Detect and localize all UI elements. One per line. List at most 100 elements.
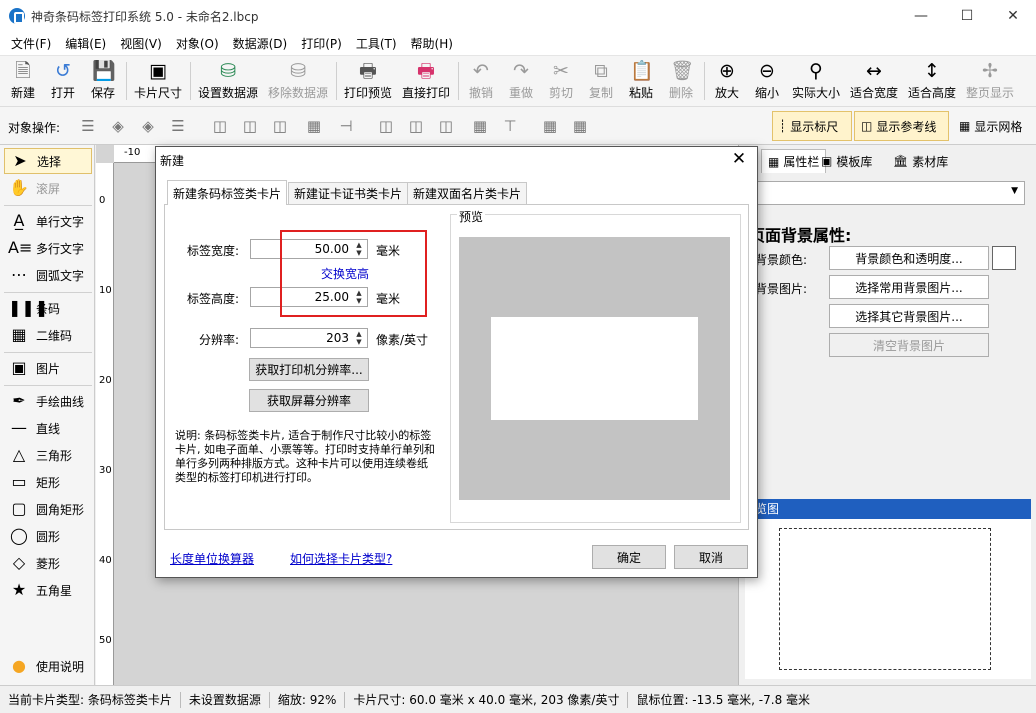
tool-rounded-rectangle[interactable]: ▢ 圆角矩形	[4, 496, 92, 522]
tool-circle[interactable]: ◯ 圆形	[4, 523, 92, 549]
maximize-button[interactable]: ☐	[944, 0, 990, 32]
trash-icon: 🗑	[670, 60, 695, 82]
menu-view[interactable]: 视图(V)	[113, 35, 169, 52]
layer-down-icon[interactable]: ◈	[138, 116, 158, 136]
save-button[interactable]: 💾 保存	[86, 60, 120, 104]
bg-color-button[interactable]: 背景颜色和透明度...	[829, 246, 989, 270]
menu-print[interactable]: 打印(P)	[294, 35, 349, 52]
tool-single-line-text[interactable]: A̲ 单行文字	[4, 208, 92, 234]
tool-star[interactable]: ★ 五角星	[4, 577, 92, 603]
fit-height-button[interactable]: ↕ 适合高度	[906, 60, 958, 104]
dpi-label: 分辨率:	[198, 333, 239, 347]
tool-freehand[interactable]: ✒ 手绘曲线	[4, 388, 92, 414]
new-button[interactable]: 🗎 新建	[6, 60, 40, 104]
distribute-v-icon[interactable]: ▦	[470, 116, 490, 136]
direct-print-button[interactable]: 🖶 直接打印	[400, 60, 452, 104]
show-ruler-label: 显示标尺	[790, 119, 839, 134]
group-icon[interactable]: ▦	[540, 116, 560, 136]
bg-color-swatch[interactable]	[992, 246, 1016, 270]
tab-assets[interactable]: 🏛 素材库	[887, 149, 954, 173]
tool-image[interactable]: ▣ 图片	[4, 355, 92, 381]
open-button[interactable]: ↺ 打开	[46, 60, 80, 104]
common-bg-image-button[interactable]: 选择常用背景图片...	[829, 275, 989, 299]
dpi-input[interactable]: 203 ▲ ▼	[250, 328, 368, 348]
align-center-icon[interactable]: ◫	[240, 116, 260, 136]
tool-line[interactable]: — 直线	[4, 415, 92, 441]
layer-bottom-icon[interactable]: ☰	[168, 116, 188, 136]
spinner-arrows-icon[interactable]: ▲ ▼	[352, 330, 366, 346]
ungroup-icon[interactable]: ▦	[570, 116, 590, 136]
other-bg-image-button[interactable]: 选择其它背景图片...	[829, 304, 989, 328]
menu-object[interactable]: 对象(O)	[169, 35, 226, 52]
print-preview-button[interactable]: 🖶 打印预览	[342, 60, 394, 104]
tool-rectangle[interactable]: ▭ 矩形	[4, 469, 92, 495]
show-grid-toggle[interactable]: ▦ 显示网格	[952, 111, 1034, 141]
undo-button[interactable]: ↶ 撤销	[464, 60, 498, 104]
align-top-icon[interactable]: ◫	[376, 116, 396, 136]
dialog-close-icon[interactable]: ✕	[729, 149, 749, 169]
remove-datasource-button[interactable]: ⛁ 移除数据源	[266, 60, 330, 104]
delete-button[interactable]: 🗑 删除	[664, 60, 698, 104]
how-to-choose-link[interactable]: 如何选择卡片类型?	[290, 550, 392, 567]
cancel-button[interactable]: 取消	[674, 545, 748, 569]
paste-button[interactable]: 📋 粘贴	[624, 60, 658, 104]
ok-button[interactable]: 确定	[592, 545, 666, 569]
fit-width-button[interactable]: ↔ 适合宽度	[848, 60, 900, 104]
tab-barcode-label-card[interactable]: 新建条码标签类卡片	[167, 180, 288, 205]
tool-barcode[interactable]: ❚❚❚ 条码	[4, 295, 92, 321]
unit-converter-link[interactable]: 长度单位换算器	[170, 550, 254, 567]
close-window-button[interactable]: ✕	[990, 0, 1036, 32]
align-right-icon[interactable]: ◫	[270, 116, 290, 136]
cut-button[interactable]: ✂ 剪切	[544, 60, 578, 104]
align-bottom-icon[interactable]: ◫	[436, 116, 456, 136]
zoom-in-button[interactable]: ⊕ 放大	[710, 60, 744, 104]
clear-bg-image-button[interactable]: 清空背景图片	[829, 333, 989, 357]
tool-triangle[interactable]: △ 三角形	[4, 442, 92, 468]
tool-diamond[interactable]: ◇ 菱形	[4, 550, 92, 576]
menu-tools[interactable]: 工具(T)	[349, 35, 404, 52]
tool-multi-line-text[interactable]: A≡ 多行文字	[4, 235, 92, 261]
object-selector-dropdown[interactable]: ▼	[755, 181, 1025, 205]
minimize-button[interactable]: —	[898, 0, 944, 32]
tool-circle-label: 圆形	[36, 529, 61, 544]
layer-up-icon[interactable]: ◈	[108, 116, 128, 136]
tab-templates[interactable]: ▣ 模板库	[815, 149, 878, 173]
width-label: 标签宽度:	[186, 244, 239, 258]
set-datasource-button[interactable]: ⛁ 设置数据源	[196, 60, 260, 104]
get-screen-dpi-button[interactable]: 获取屏幕分辨率	[249, 389, 369, 412]
menu-datasource[interactable]: 数据源(D)	[226, 35, 295, 52]
distribute-h-icon[interactable]: ▦	[304, 116, 324, 136]
menu-edit[interactable]: 编辑(E)	[58, 35, 113, 52]
main-toolbar: 🗎 新建 ↺ 打开 💾 保存 ▣ 卡片尺寸 ⛁ 设置数据源 ⛁ 移除数据源 🖶 打印预览 🖶 直…	[0, 56, 1036, 107]
card-size-button[interactable]: ▣ 卡片尺寸	[132, 60, 184, 104]
status-card-type: 当前卡片类型: 条码标签类卡片	[8, 693, 172, 707]
space-h-icon[interactable]: ⊣	[336, 116, 356, 136]
align-middle-icon[interactable]: ◫	[406, 116, 426, 136]
actual-size-button[interactable]: ⚲ 实际大小	[790, 60, 842, 104]
full-page-button[interactable]: ✢ 整页显示	[964, 60, 1016, 104]
menu-help[interactable]: 帮助(H)	[404, 35, 460, 52]
space-v-icon[interactable]: ⊤	[500, 116, 520, 136]
menu-file[interactable]: 文件(F)	[4, 35, 58, 52]
actual-size-label: 实际大小	[791, 86, 840, 100]
tool-scroll[interactable]: ✋ 滚屏	[4, 175, 92, 201]
redo-button[interactable]: ↷ 重做	[504, 60, 538, 104]
tool-select[interactable]: ➤ 选择	[4, 148, 92, 174]
clear-bg-image-label: 清空背景图片	[872, 338, 945, 353]
tab-templates-label: 模板库	[836, 154, 873, 169]
tool-help[interactable]: ● 使用说明	[4, 653, 92, 679]
tool-qrcode[interactable]: ▦ 二维码	[4, 322, 92, 348]
tab-id-certificate-card[interactable]: 新建证卡证书类卡片	[288, 182, 409, 204]
show-guides-toggle[interactable]: ◫ 显示参考线	[854, 111, 949, 141]
v-ruler-label: 10	[99, 285, 112, 296]
properties-icon: ▦	[768, 154, 780, 169]
layer-top-icon[interactable]: ☰	[78, 116, 98, 136]
zoom-out-button[interactable]: ⊖ 缩小	[750, 60, 784, 104]
get-printer-dpi-button[interactable]: 获取打印机分辨率...	[249, 358, 369, 381]
align-left-icon[interactable]: ◫	[210, 116, 230, 136]
copy-button[interactable]: ⧉ 复制	[584, 60, 618, 104]
tab-double-sided-card[interactable]: 新建双面名片类卡片	[407, 182, 528, 204]
overview-thumbnail[interactable]	[779, 528, 991, 670]
show-ruler-toggle[interactable]: ┊ 显示标尺	[772, 111, 852, 141]
tool-arc-text[interactable]: ⋯ 圆弧文字	[4, 262, 92, 288]
